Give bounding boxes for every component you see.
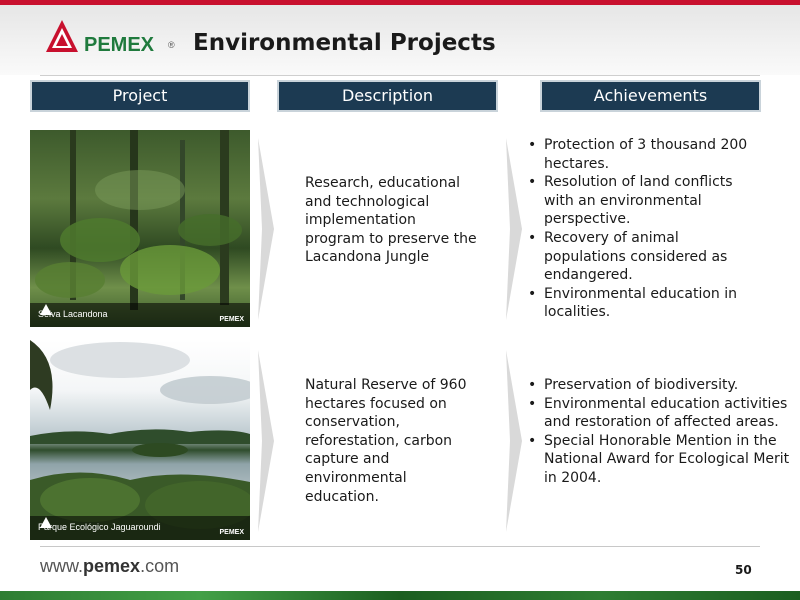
- bullet-icon: •: [528, 395, 537, 412]
- logo-registered-mark: ®: [168, 40, 175, 50]
- footer-divider: [40, 546, 760, 547]
- achievement-text: Resolution of land conflicts with an env…: [544, 174, 733, 228]
- achievement-text: Environmental education activities and r…: [544, 395, 788, 431]
- bullet-icon: •: [528, 432, 537, 449]
- bullet-icon: •: [528, 285, 537, 302]
- achievement-item: • Recovery of animal populations consider…: [528, 229, 760, 285]
- photo-caption-bar: Parque Ecológico Jaguaroundi PEMEX: [30, 516, 250, 540]
- url-brand: pemex: [83, 556, 141, 576]
- pemex-logo: PEMEX ®: [42, 20, 182, 64]
- arrow-chevron-icon: [258, 350, 274, 532]
- column-header-project: Project: [30, 80, 250, 112]
- project-description: Natural Reserve of 960 hectares focused …: [305, 377, 467, 505]
- url-suffix: .com: [140, 556, 180, 576]
- achievement-item: • Resolution of land conflicts with an en…: [528, 173, 760, 229]
- column-header-achievements: Achievements: [540, 80, 761, 112]
- arrow-chevron-icon: [258, 138, 274, 320]
- lake-landscape-image: [30, 340, 250, 540]
- arrow-chevron-icon: [506, 350, 522, 532]
- achievement-item: • Protection of 3 thousand 200 hectares.: [528, 136, 760, 173]
- achievement-text: Recovery of animal populations considere…: [544, 229, 728, 284]
- photo-logo-text: PEMEX: [219, 529, 244, 536]
- page-title: Environmental Projects: [193, 30, 496, 56]
- bullet-icon: •: [528, 229, 537, 246]
- url-prefix: www.: [40, 556, 84, 576]
- achievement-item: • Special Honorable Mention in the Nation…: [528, 432, 790, 488]
- photo-logo-text: PEMEX: [219, 316, 244, 323]
- project-description: Research, educational and technological …: [305, 175, 477, 266]
- header-divider: [40, 75, 760, 76]
- pemex-eagle-icon: [46, 20, 78, 52]
- achievements-list: • Protection of 3 thousand 200 hectares. …: [528, 136, 760, 322]
- arrow-chevron-icon: [506, 138, 522, 320]
- achievement-item: • Preservation of biodiversity.: [528, 376, 790, 395]
- achievement-text: Preservation of biodiversity.: [544, 377, 739, 393]
- bullet-icon: •: [528, 174, 537, 191]
- achievement-item: • Environmental education in localities.: [528, 285, 760, 322]
- achievements-list: • Preservation of biodiversity. • Environm…: [528, 376, 790, 488]
- jungle-foliage-image: [35, 130, 242, 310]
- achievement-text: Special Honorable Mention in the Nationa…: [544, 432, 790, 486]
- achievement-text: Environmental education in localities.: [544, 285, 737, 321]
- bullet-icon: •: [528, 377, 537, 393]
- column-header-description: Description: [277, 80, 498, 112]
- pemex-mini-logo-icon: [40, 517, 52, 528]
- pemex-mini-logo-icon: [40, 304, 52, 315]
- bullet-icon: •: [528, 137, 537, 153]
- photo-caption-bar: Selva Lacandona PEMEX: [30, 303, 250, 327]
- achievement-text: Protection of 3 thousand 200 hectares.: [544, 137, 748, 172]
- photo-selva-lacandona: Selva Lacandona PEMEX: [30, 130, 250, 327]
- bottom-accent-stripe: [0, 591, 800, 600]
- photo-parque-jaguaroundi: Parque Ecológico Jaguaroundi PEMEX: [30, 340, 250, 540]
- achievement-item: • Environmental education activities and …: [528, 395, 790, 432]
- logo-wordmark: PEMEX: [84, 34, 155, 56]
- website-url[interactable]: www.pemex.com: [40, 556, 179, 577]
- page-number: 50: [735, 563, 752, 577]
